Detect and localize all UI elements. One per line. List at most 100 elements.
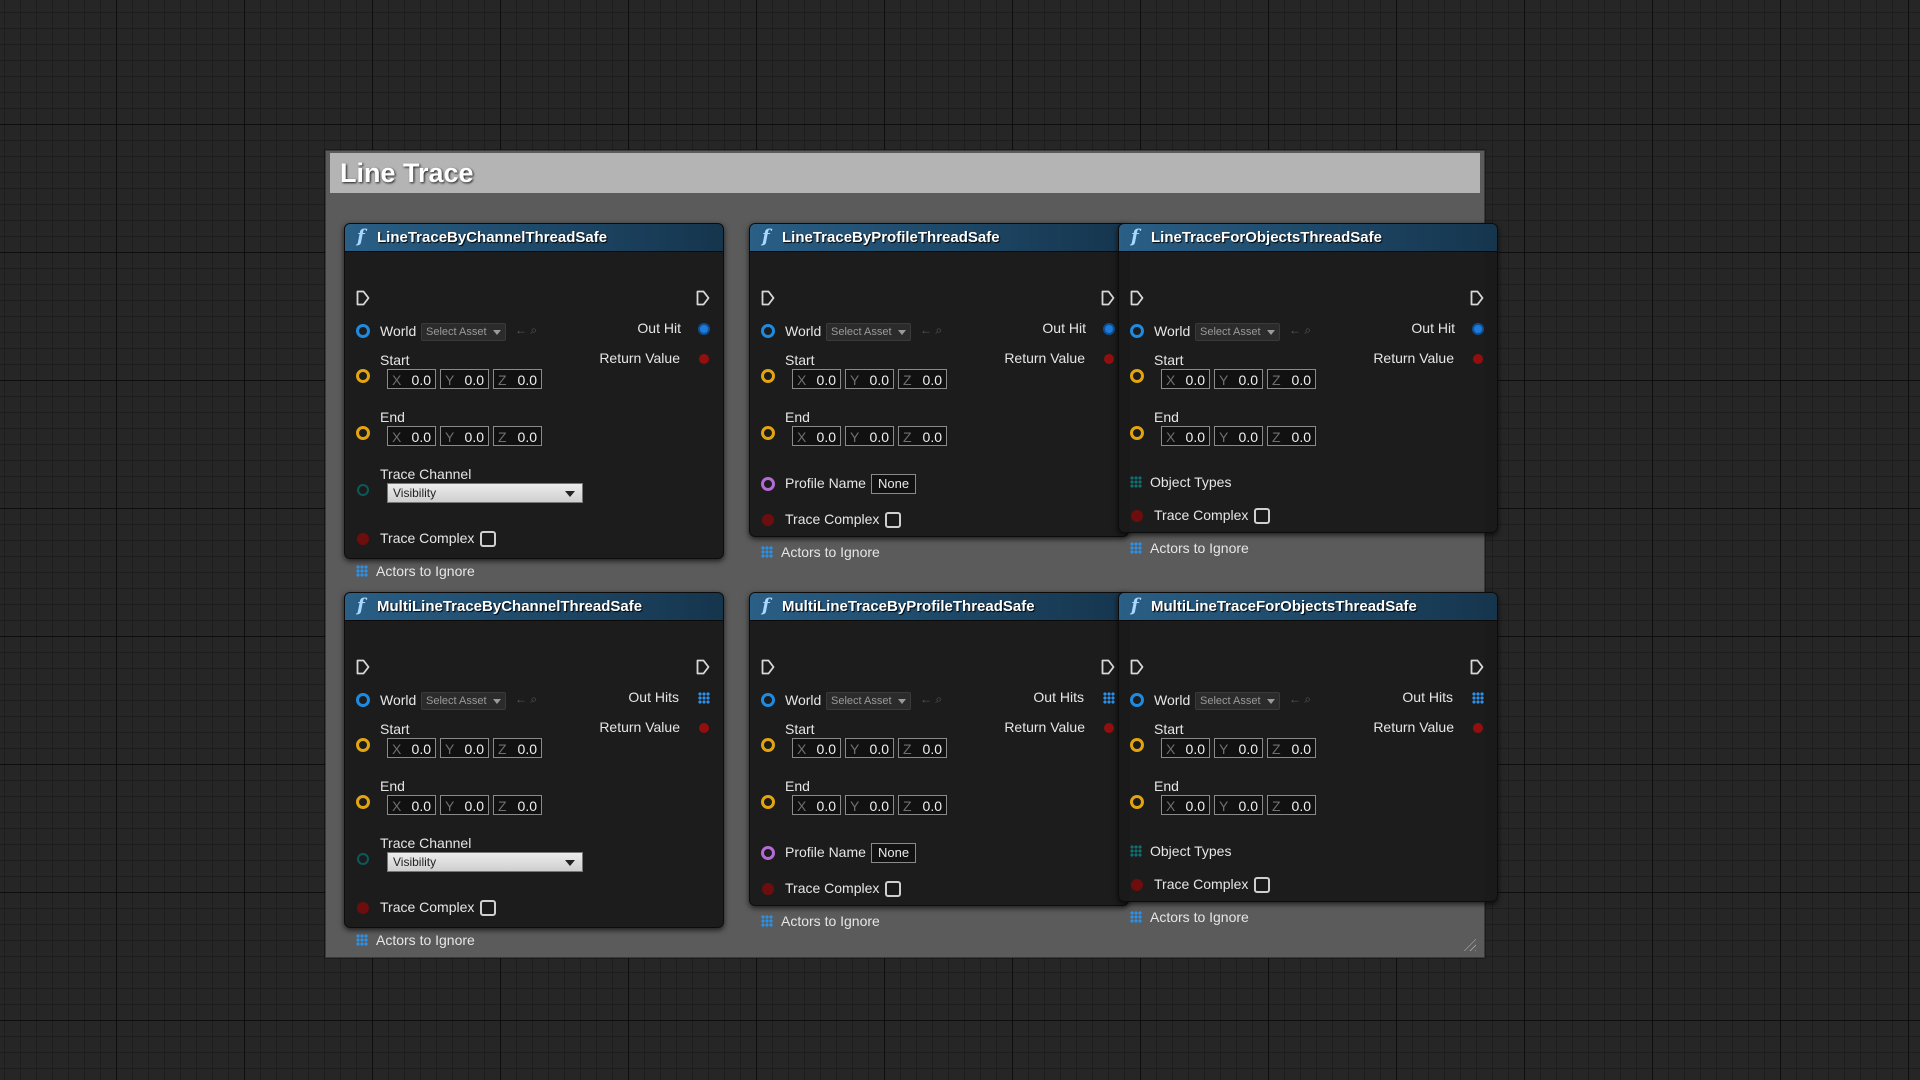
exec-in-pin-icon[interactable]: [1130, 290, 1144, 306]
return-value-pin-icon[interactable]: [699, 723, 709, 733]
trace-channel-pin-icon[interactable]: [357, 853, 369, 865]
end-z-field[interactable]: Z 0.0: [1267, 795, 1316, 815]
out-hits-pin-icon[interactable]: [1103, 692, 1115, 704]
end-pin-icon[interactable]: [356, 795, 370, 809]
exec-in-pin-icon[interactable]: [1130, 659, 1144, 675]
end-pin-icon[interactable]: [356, 426, 370, 440]
return-value-pin-icon[interactable]: [1473, 354, 1483, 364]
object-types-pin-icon[interactable]: [1130, 476, 1142, 488]
end-y-field[interactable]: Y 0.0: [1214, 426, 1263, 446]
browse-icon[interactable]: ← ⌕: [920, 323, 942, 338]
trace-complex-checkbox[interactable]: [480, 900, 496, 916]
start-z-field[interactable]: Z 0.0: [898, 738, 947, 758]
browse-icon[interactable]: ← ⌕: [1289, 323, 1311, 338]
exec-in-pin-icon[interactable]: [356, 659, 370, 675]
trace-complex-pin-icon[interactable]: [762, 883, 774, 895]
world-pin-icon[interactable]: [761, 693, 775, 707]
trace-complex-checkbox[interactable]: [1254, 508, 1270, 524]
node-linetraceforobjectsthreadsafe[interactable]: f LineTraceForObjectsThreadSafe World Selec…: [1118, 223, 1498, 556]
trace-complex-checkbox[interactable]: [885, 512, 901, 528]
world-pin-icon[interactable]: [761, 324, 775, 338]
return-value-pin-icon[interactable]: [1104, 354, 1114, 364]
start-x-field[interactable]: X 0.0: [792, 738, 841, 758]
select-asset-combo[interactable]: Select Asset: [421, 323, 506, 341]
node-header[interactable]: f LineTraceByChannelThreadSafe: [345, 224, 723, 252]
actors-to-ignore-pin-icon[interactable]: [356, 565, 368, 577]
node-multilinetraceforobjectsthreadsafe[interactable]: f MultiLineTraceForObjectsThreadSafe World…: [1118, 592, 1498, 925]
start-pin-icon[interactable]: [356, 738, 370, 752]
object-types-pin-icon[interactable]: [1130, 845, 1142, 857]
node-header[interactable]: f MultiLineTraceByChannelThreadSafe: [345, 593, 723, 621]
start-pin-icon[interactable]: [761, 369, 775, 383]
browse-icon[interactable]: ← ⌕: [1289, 692, 1311, 707]
end-y-field[interactable]: Y 0.0: [845, 426, 894, 446]
start-y-field[interactable]: Y 0.0: [440, 738, 489, 758]
end-x-field[interactable]: X 0.0: [387, 426, 436, 446]
out-hit-pin-icon[interactable]: [1472, 323, 1484, 335]
end-pin-icon[interactable]: [1130, 426, 1144, 440]
select-asset-combo[interactable]: Select Asset: [1195, 692, 1280, 710]
end-y-field[interactable]: Y 0.0: [845, 795, 894, 815]
exec-in-pin-icon[interactable]: [761, 290, 775, 306]
trace-complex-pin-icon[interactable]: [762, 514, 774, 526]
trace-complex-checkbox[interactable]: [885, 881, 901, 897]
out-hits-pin-icon[interactable]: [1472, 692, 1484, 704]
return-value-pin-icon[interactable]: [1104, 723, 1114, 733]
end-z-field[interactable]: Z 0.0: [493, 795, 542, 815]
world-pin-icon[interactable]: [356, 693, 370, 707]
start-y-field[interactable]: Y 0.0: [1214, 369, 1263, 389]
end-y-field[interactable]: Y 0.0: [1214, 795, 1263, 815]
comment-title[interactable]: Line Trace: [330, 153, 1480, 193]
node-header[interactable]: f MultiLineTraceForObjectsThreadSafe: [1119, 593, 1497, 621]
start-y-field[interactable]: Y 0.0: [845, 369, 894, 389]
start-z-field[interactable]: Z 0.0: [493, 738, 542, 758]
profile-name-pin-icon[interactable]: [761, 477, 775, 491]
start-y-field[interactable]: Y 0.0: [845, 738, 894, 758]
return-value-pin-icon[interactable]: [1473, 723, 1483, 733]
end-x-field[interactable]: X 0.0: [792, 795, 841, 815]
end-pin-icon[interactable]: [1130, 795, 1144, 809]
trace-complex-pin-icon[interactable]: [1131, 879, 1143, 891]
out-hit-pin-icon[interactable]: [1103, 323, 1115, 335]
start-z-field[interactable]: Z 0.0: [493, 369, 542, 389]
end-z-field[interactable]: Z 0.0: [898, 426, 947, 446]
end-z-field[interactable]: Z 0.0: [898, 795, 947, 815]
end-x-field[interactable]: X 0.0: [1161, 795, 1210, 815]
profile-name-pin-icon[interactable]: [761, 846, 775, 860]
end-y-field[interactable]: Y 0.0: [440, 795, 489, 815]
end-y-field[interactable]: Y 0.0: [440, 426, 489, 446]
start-pin-icon[interactable]: [1130, 369, 1144, 383]
world-pin-icon[interactable]: [1130, 693, 1144, 707]
node-multilinetracebyprofilethreadsafe[interactable]: f MultiLineTraceByProfileThreadSafe World S…: [749, 592, 1129, 929]
start-x-field[interactable]: X 0.0: [792, 369, 841, 389]
start-z-field[interactable]: Z 0.0: [1267, 369, 1316, 389]
resize-grip-icon[interactable]: [1462, 937, 1476, 951]
start-pin-icon[interactable]: [356, 369, 370, 383]
end-pin-icon[interactable]: [761, 795, 775, 809]
trace-channel-pin-icon[interactable]: [357, 484, 369, 496]
actors-to-ignore-pin-icon[interactable]: [761, 546, 773, 558]
end-pin-icon[interactable]: [761, 426, 775, 440]
trace-complex-pin-icon[interactable]: [357, 533, 369, 545]
start-x-field[interactable]: X 0.0: [1161, 738, 1210, 758]
select-asset-combo[interactable]: Select Asset: [1195, 323, 1280, 341]
browse-icon[interactable]: ← ⌕: [920, 692, 942, 707]
actors-to-ignore-pin-icon[interactable]: [1130, 542, 1142, 554]
out-hits-pin-icon[interactable]: [698, 692, 710, 704]
actors-to-ignore-pin-icon[interactable]: [761, 915, 773, 927]
end-x-field[interactable]: X 0.0: [1161, 426, 1210, 446]
profile-name-field[interactable]: None: [871, 474, 917, 494]
start-pin-icon[interactable]: [1130, 738, 1144, 752]
trace-channel-dropdown[interactable]: Visibility: [387, 483, 583, 503]
exec-out-pin-icon[interactable]: [696, 659, 710, 675]
trace-channel-dropdown[interactable]: Visibility: [387, 852, 583, 872]
end-x-field[interactable]: X 0.0: [387, 795, 436, 815]
end-x-field[interactable]: X 0.0: [792, 426, 841, 446]
start-x-field[interactable]: X 0.0: [387, 369, 436, 389]
world-pin-icon[interactable]: [1130, 324, 1144, 338]
node-linetracebychannelthreadsafe[interactable]: f LineTraceByChannelThreadSafe World Select…: [344, 223, 724, 579]
return-value-pin-icon[interactable]: [699, 354, 709, 364]
trace-complex-checkbox[interactable]: [1254, 877, 1270, 893]
start-x-field[interactable]: X 0.0: [1161, 369, 1210, 389]
start-x-field[interactable]: X 0.0: [387, 738, 436, 758]
